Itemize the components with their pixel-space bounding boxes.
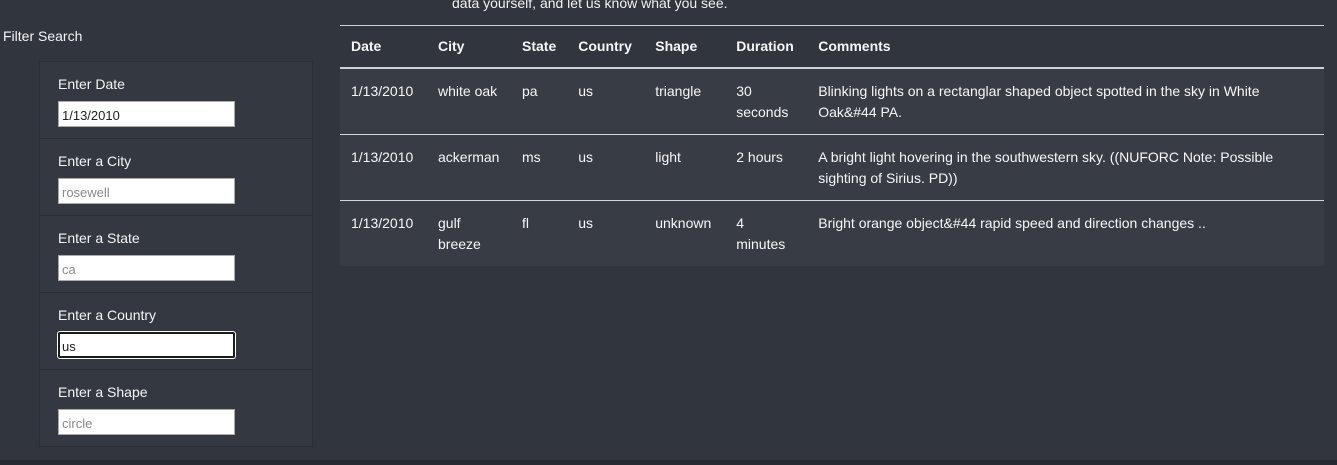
cell-comments: Bright orange object&#44 rapid speed and… — [818, 214, 1206, 231]
header-shape: Shape — [655, 38, 698, 55]
filter-item-shape: Enter a Shape — [40, 370, 312, 447]
page: data yourself, and let us know what you … — [0, 0, 1337, 465]
header-duration: Duration — [736, 38, 794, 55]
table-header-row: Date City State Country Shape Duration C… — [340, 25, 1324, 68]
header-city: City — [438, 38, 465, 55]
intro-text: data yourself, and let us know what you … — [452, 0, 728, 11]
header-comments: Comments — [818, 38, 891, 55]
cell-date: 1/13/2010 — [351, 214, 414, 231]
cell-date: 1/13/2010 — [351, 148, 414, 165]
filter-item-state: Enter a State — [40, 216, 312, 293]
cell-shape: triangle — [655, 82, 702, 99]
table-row: 1/13/2010 gulf breeze fl us unknown 4 mi… — [340, 200, 1324, 266]
table-body: 1/13/2010 white oak pa us triangle 30 se… — [340, 68, 1324, 266]
filter-label-date: Enter Date — [58, 76, 125, 92]
shape-input[interactable] — [58, 409, 235, 435]
cell-country: us — [578, 214, 594, 231]
ufo-results-table: Date City State Country Shape Duration C… — [340, 25, 1324, 266]
cell-comments: Blinking lights on a rectanglar shaped o… — [818, 82, 1260, 120]
cell-state: fl — [522, 214, 529, 231]
cell-country: us — [578, 82, 594, 99]
filter-label-state: Enter a State — [58, 230, 140, 246]
cell-shape: unknown — [655, 214, 712, 231]
header-state: State — [522, 38, 557, 55]
cell-duration: 30 seconds — [736, 82, 789, 120]
table-row: 1/13/2010 ackerman ms us light 2 hours A… — [340, 134, 1324, 200]
bottom-edge — [0, 460, 1337, 465]
filter-label-country: Enter a Country — [58, 307, 157, 323]
state-input[interactable] — [58, 255, 235, 281]
cell-city: ackerman — [438, 148, 500, 165]
country-input[interactable] — [58, 332, 235, 358]
cell-city: gulf breeze — [438, 214, 481, 252]
city-input[interactable] — [58, 178, 235, 204]
filter-label-city: Enter a City — [58, 153, 132, 169]
date-input[interactable] — [58, 101, 235, 127]
cell-comments: A bright light hovering in the southwest… — [818, 148, 1274, 186]
table-header: Date City State Country Shape Duration C… — [340, 25, 1324, 68]
cell-duration: 2 hours — [736, 148, 783, 165]
cell-duration: 4 minutes — [736, 214, 786, 252]
filter-item-date: Enter Date — [40, 62, 312, 139]
filter-list: Enter Date Enter a City Enter a State En… — [39, 61, 313, 447]
filter-search-title: Filter Search — [3, 28, 83, 44]
cell-state: pa — [522, 82, 538, 99]
filter-item-country: Enter a Country — [40, 293, 312, 370]
filter-item-city: Enter a City — [40, 139, 312, 216]
cell-state: ms — [522, 148, 541, 165]
header-date: Date — [351, 38, 382, 55]
cell-date: 1/13/2010 — [351, 82, 414, 99]
header-country: Country — [578, 38, 632, 55]
cell-country: us — [578, 148, 594, 165]
cell-city: white oak — [438, 82, 498, 99]
table-row: 1/13/2010 white oak pa us triangle 30 se… — [340, 68, 1324, 134]
cell-shape: light — [655, 148, 681, 165]
filter-label-shape: Enter a Shape — [58, 384, 148, 400]
